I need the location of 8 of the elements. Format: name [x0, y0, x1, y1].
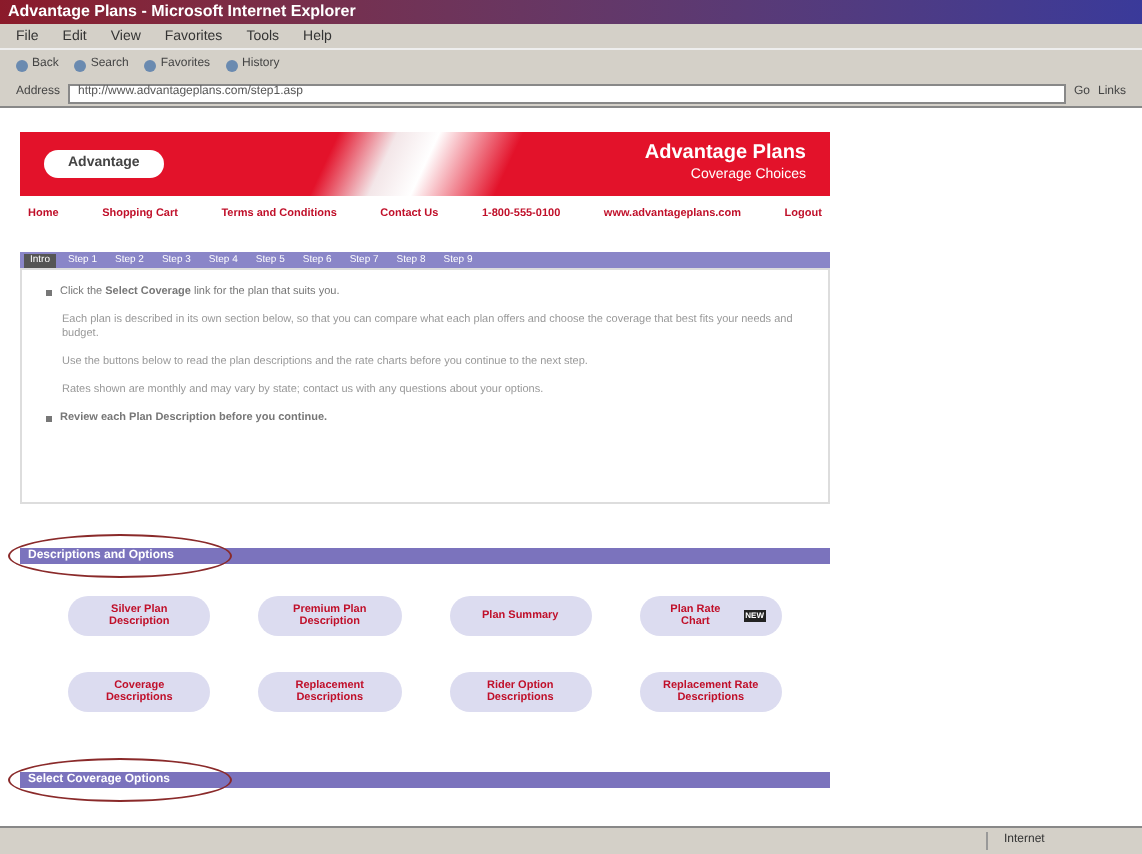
window-title: Advantage Plans - Microsoft Internet Explorer — [8, 4, 356, 20]
circle-icon — [16, 59, 28, 71]
bullet-icon — [46, 290, 52, 297]
circle-icon — [74, 59, 87, 71]
bullet-icon — [46, 416, 52, 423]
banner-title: Advantage Plans — [644, 142, 806, 167]
circle-icon — [226, 59, 239, 71]
circle-icon — [144, 59, 157, 71]
